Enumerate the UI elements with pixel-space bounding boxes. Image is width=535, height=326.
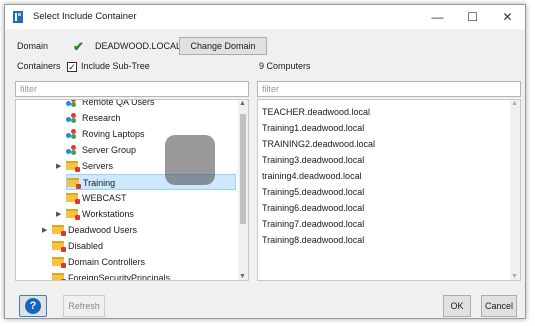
folder-icon [66,193,80,204]
tree-item[interactable]: Research [66,110,121,126]
tree-item-label: Roving Laptops [82,129,145,139]
tree-item[interactable]: ForeignSecurityPrincipals [52,270,171,281]
list-item[interactable]: training4.deadwood.local [262,168,362,184]
scroll-up-icon[interactable]: ▲ [511,100,518,107]
minimize-button[interactable]: — [420,5,455,29]
folder-icon [66,209,80,220]
list-item[interactable]: TEACHER.deadwood.local [262,104,370,120]
tree-item-label: Domain Controllers [68,257,146,267]
computers-list[interactable]: TEACHER.deadwood.local Training1.deadwoo… [257,99,521,281]
scroll-down-icon[interactable]: ▼ [511,273,518,280]
list-item[interactable]: Training3.deadwood.local [262,152,364,168]
dialog-window: Select Include Container — ☐ ✕ Domain ✔ … [4,4,526,319]
scrollbar-thumb[interactable] [240,114,246,224]
computers-filter-input[interactable]: filter [257,81,521,97]
folder-icon [52,225,66,236]
ou-icon [66,145,78,155]
help-icon: ? [25,298,41,314]
tree-item-label: ForeignSecurityPrincipals [68,273,171,281]
tree-item[interactable]: Domain Controllers [52,254,145,270]
ou-icon [66,100,78,107]
tree-item[interactable]: Remote QA Users [66,99,155,110]
tree-item-label: Workstations [82,209,134,219]
containers-label: Containers [17,61,61,71]
title-bar[interactable]: Select Include Container — ☐ ✕ [5,5,525,29]
list-scrollbar[interactable]: ▲ ▼ [510,100,520,280]
folder-icon [52,241,66,252]
tree-item[interactable]: WEBCAST [66,190,127,206]
list-item[interactable]: Training6.deadwood.local [262,200,364,216]
app-icon [13,11,23,23]
expand-arrow-icon[interactable]: ▶ [42,226,47,234]
include-subtree-label: Include Sub-Tree [81,61,150,71]
tree-item[interactable]: Server Group [66,142,136,158]
maximize-button[interactable]: ☐ [455,5,490,29]
folder-icon [52,257,66,268]
include-subtree-checkbox[interactable]: ✓ [67,62,77,72]
watermark-logo [165,135,215,185]
container-tree[interactable]: Remote QA Users Research Roving Laptops … [15,99,249,281]
list-item[interactable]: Training7.deadwood.local [262,216,364,232]
folder-icon [66,161,80,172]
domain-row: Domain ✔ DEADWOOD.LOCAL Change Domain [15,37,515,57]
tree-item-label: Training [83,178,116,188]
close-button[interactable]: ✕ [490,5,525,29]
list-item[interactable]: TRAINING2.deadwood.local [262,136,375,152]
expand-arrow-icon[interactable]: ▶ [56,162,61,170]
tree-item[interactable]: Deadwood Users [52,222,137,238]
tree-item-label: WEBCAST [82,193,127,203]
tree-item-label: Remote QA Users [82,99,155,107]
tree-item-label: Server Group [82,145,137,155]
checkmark-icon: ✔ [73,39,84,54]
ok-button[interactable]: OK [443,295,471,317]
window-title: Select Include Container [33,11,137,22]
list-item[interactable]: Training8.deadwood.local [262,232,364,248]
tree-item-label: Research [82,113,121,123]
cancel-button[interactable]: Cancel [481,295,517,317]
list-item[interactable]: Training5.deadwood.local [262,184,364,200]
ou-icon [66,129,78,139]
tree-item[interactable]: Disabled [52,238,103,254]
tree-item-label: Servers [82,161,114,171]
scroll-up-icon[interactable]: ▲ [239,100,246,107]
folder-icon [67,178,81,189]
domain-value: DEADWOOD.LOCAL [95,41,182,51]
expand-arrow-icon[interactable]: ▶ [56,210,61,218]
tree-item[interactable]: Workstations [66,206,134,222]
list-item[interactable]: Training1.deadwood.local [262,120,364,136]
computers-count: 9 Computers [259,61,311,71]
tree-item-label: Deadwood Users [68,225,138,235]
refresh-button[interactable]: Refresh [63,295,105,317]
tree-item[interactable]: Roving Laptops [66,126,145,142]
folder-icon [52,273,66,280]
containers-filter-input[interactable]: filter [15,81,249,97]
tree-scrollbar[interactable]: ▲ ▼ [238,100,248,280]
scroll-down-icon[interactable]: ▼ [239,273,246,280]
change-domain-button[interactable]: Change Domain [179,37,267,55]
tree-item-label: Disabled [68,241,104,251]
help-button[interactable]: ? [19,295,47,317]
domain-label: Domain [17,41,49,51]
ou-icon [66,113,78,123]
tree-item[interactable]: Servers [66,158,113,174]
